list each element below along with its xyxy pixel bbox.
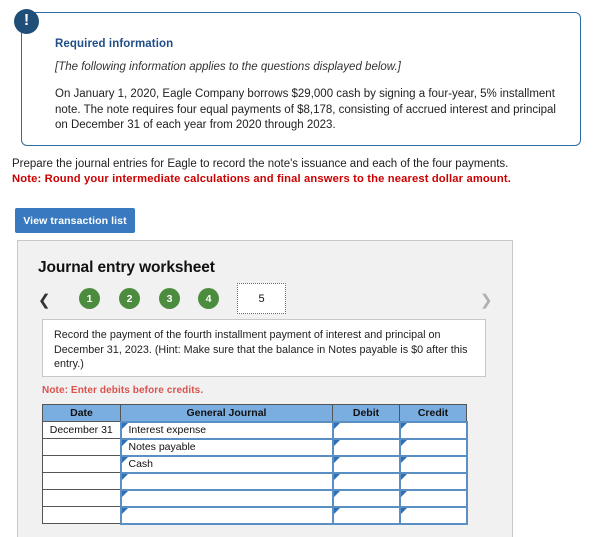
- account-cell[interactable]: Cash: [119, 454, 334, 474]
- dropdown-triangle-icon: [121, 473, 128, 480]
- date-cell[interactable]: December 31: [42, 421, 121, 439]
- account-cell[interactable]: Interest expense: [119, 420, 334, 440]
- journal-entry-worksheet-panel: Journal entry worksheet ❮ 1 2 3 4 5 ❯ Re…: [17, 240, 513, 537]
- date-cell[interactable]: [42, 506, 121, 524]
- dropdown-triangle-icon: [333, 439, 340, 446]
- pager-step-5-current[interactable]: 5: [237, 283, 286, 314]
- account-cell[interactable]: [119, 471, 334, 491]
- worksheet-pager: ❮ 1 2 3 4 5 ❯: [18, 283, 512, 319]
- account-cell[interactable]: [119, 488, 334, 508]
- date-cell[interactable]: [42, 472, 121, 490]
- table-row: [42, 488, 468, 508]
- view-transaction-list-button[interactable]: View transaction list: [15, 208, 135, 233]
- account-cell[interactable]: Notes payable: [119, 437, 334, 457]
- chevron-right-icon[interactable]: ❯: [480, 291, 493, 311]
- dropdown-triangle-icon: [400, 456, 407, 463]
- debits-before-credits-note: Note: Enter debits before credits.: [42, 385, 204, 396]
- dropdown-triangle-icon: [400, 490, 407, 497]
- dropdown-triangle-icon: [121, 490, 128, 497]
- debit-cell[interactable]: [331, 488, 401, 508]
- callout-title: Required information: [55, 38, 174, 50]
- table-row: December 31 Interest expense: [42, 420, 468, 440]
- debit-cell[interactable]: [331, 471, 401, 491]
- account-cell[interactable]: [119, 505, 334, 525]
- dropdown-triangle-icon: [121, 422, 128, 429]
- chevron-left-icon[interactable]: ❮: [38, 291, 51, 311]
- table-row: Notes payable: [42, 437, 468, 457]
- dropdown-triangle-icon: [121, 456, 128, 463]
- column-header-credit: Credit: [399, 404, 467, 422]
- dropdown-triangle-icon: [333, 490, 340, 497]
- credit-cell[interactable]: [398, 420, 468, 440]
- account-value: Notes payable: [128, 441, 196, 453]
- pager-step-4[interactable]: 4: [198, 288, 219, 309]
- credit-cell[interactable]: [398, 488, 468, 508]
- dropdown-triangle-icon: [121, 507, 128, 514]
- credit-cell[interactable]: [398, 505, 468, 525]
- dropdown-triangle-icon: [333, 422, 340, 429]
- date-cell[interactable]: [42, 489, 121, 507]
- dropdown-triangle-icon: [400, 473, 407, 480]
- rounding-note: Note: Round your intermediate calculatio…: [12, 173, 511, 185]
- date-cell[interactable]: [42, 455, 121, 473]
- pager-step-1[interactable]: 1: [79, 288, 100, 309]
- dropdown-triangle-icon: [333, 473, 340, 480]
- column-header-general-journal: General Journal: [120, 404, 333, 422]
- pager-step-2[interactable]: 2: [119, 288, 140, 309]
- account-value: Cash: [128, 458, 154, 470]
- table-row: [42, 471, 468, 491]
- credit-cell[interactable]: [398, 471, 468, 491]
- debit-cell[interactable]: [331, 505, 401, 525]
- account-value: Interest expense: [128, 424, 207, 436]
- required-information-callout: Required information [The following info…: [14, 9, 581, 146]
- callout-box: Required information [The following info…: [21, 12, 581, 146]
- exclamation-glyph: !: [23, 12, 30, 29]
- callout-content: Required information [The following info…: [55, 38, 562, 134]
- journal-entry-table: Date General Journal Debit Credit Decemb…: [42, 404, 468, 525]
- credit-cell[interactable]: [398, 454, 468, 474]
- prompt-line: Prepare the journal entries for Eagle to…: [12, 158, 509, 170]
- debit-cell[interactable]: [331, 420, 401, 440]
- callout-body-text: On January 1, 2020, Eagle Company borrow…: [55, 88, 556, 131]
- credit-cell[interactable]: [398, 437, 468, 457]
- pager-step-3[interactable]: 3: [159, 288, 180, 309]
- question-prompt: Prepare the journal entries for Eagle to…: [12, 157, 587, 187]
- debit-cell[interactable]: [331, 437, 401, 457]
- dropdown-triangle-icon: [333, 456, 340, 463]
- table-header-row: Date General Journal Debit Credit: [42, 404, 467, 422]
- table-row: Cash: [42, 454, 468, 474]
- dropdown-triangle-icon: [121, 439, 128, 446]
- dropdown-triangle-icon: [400, 422, 407, 429]
- debit-cell[interactable]: [331, 454, 401, 474]
- dropdown-triangle-icon: [400, 439, 407, 446]
- date-cell[interactable]: [42, 438, 121, 456]
- column-header-debit: Debit: [332, 404, 400, 422]
- callout-subtitle: [The following information applies to th…: [55, 61, 401, 73]
- worksheet-title: Journal entry worksheet: [38, 259, 215, 276]
- dropdown-triangle-icon: [333, 507, 340, 514]
- column-header-date: Date: [42, 404, 121, 422]
- table-row: [42, 505, 468, 525]
- exclamation-icon: !: [14, 9, 39, 34]
- worksheet-instruction: Record the payment of the fourth install…: [42, 319, 486, 377]
- dropdown-triangle-icon: [400, 507, 407, 514]
